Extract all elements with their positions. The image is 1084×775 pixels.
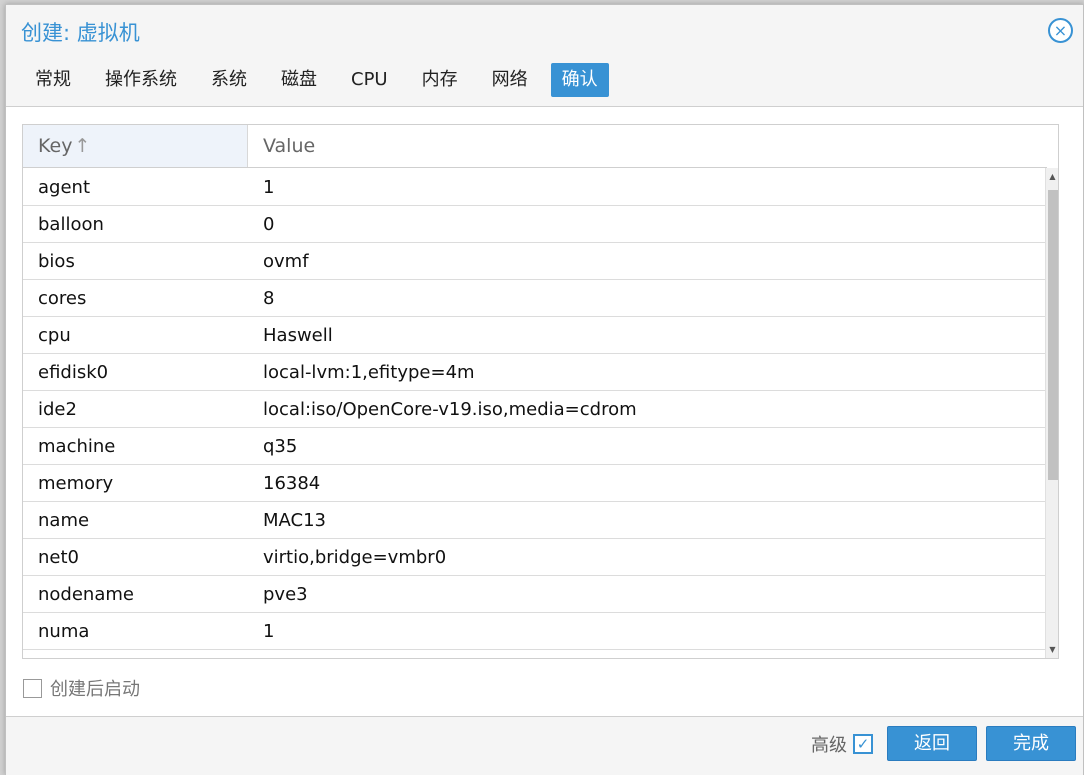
row-value: 8 (263, 288, 275, 309)
row-value: Haswell (263, 325, 333, 346)
table-row[interactable]: nodename pve3 (23, 576, 1047, 613)
row-key: name (38, 510, 90, 531)
tab-content-confirm: Key ↑ Value agent 1 balloon 0 bios ovmf core… (6, 106, 1083, 717)
dialog-titlebar[interactable]: 创建: 虚拟机 × (6, 5, 1083, 57)
table-row[interactable]: machine q35 (23, 428, 1047, 465)
tab-memory[interactable]: 内存 (411, 63, 469, 97)
start-after-create-option[interactable]: 创建后启动 (23, 675, 140, 701)
scrollbar-thumb[interactable] (1048, 190, 1058, 480)
tab-os[interactable]: 操作系统 (94, 63, 188, 97)
confirm-grid: Key ↑ Value agent 1 balloon 0 bios ovmf core… (22, 124, 1059, 659)
table-row[interactable]: net0 virtio,bridge=vmbr0 (23, 539, 1047, 576)
scroll-down-arrow-icon[interactable]: ▼ (1046, 641, 1058, 658)
column-header-key-label: Key (38, 135, 73, 157)
row-value: q35 (263, 436, 298, 457)
table-row[interactable]: numa 1 (23, 613, 1047, 650)
row-key: memory (38, 473, 114, 494)
row-key: cpu (38, 325, 71, 346)
advanced-toggle[interactable]: 高级 ✓ (811, 731, 873, 757)
tab-general[interactable]: 常规 (24, 63, 82, 97)
tab-system[interactable]: 系统 (200, 63, 258, 97)
start-after-create-label: 创建后启动 (50, 679, 140, 700)
sort-ascending-icon: ↑ (74, 135, 91, 157)
row-key: ide2 (38, 399, 77, 420)
row-value: local-lvm:1,efitype=4m (263, 362, 475, 383)
row-key: net0 (38, 547, 79, 568)
grid-header: Key ↑ Value (23, 125, 1047, 168)
row-value: MAC13 (263, 510, 326, 531)
wizard-tabs: 常规 操作系统 系统 磁盘 CPU 内存 网络 确认 (24, 63, 621, 99)
table-row[interactable]: ide2 local:iso/OpenCore-v19.iso,media=cdr… (23, 391, 1047, 428)
table-row[interactable]: efidisk0 local-lvm:1,efitype=4m (23, 354, 1047, 391)
back-button[interactable]: 返回 (887, 726, 977, 761)
row-value: pve3 (263, 584, 308, 605)
tab-disk[interactable]: 磁盘 (270, 63, 328, 97)
row-key: bios (38, 251, 75, 272)
row-value: ovmf (263, 251, 309, 272)
close-icon[interactable]: × (1048, 18, 1073, 43)
row-key: efidisk0 (38, 362, 109, 383)
dialog-footer: 高级 ✓ 返回 完成 (6, 717, 1083, 775)
row-value: 1 (263, 177, 275, 198)
row-value: 0 (263, 214, 275, 235)
row-key: balloon (38, 214, 104, 235)
dialog-title: 创建: 虚拟机 (21, 21, 140, 45)
row-value: local:iso/OpenCore-v19.iso,media=cdrom (263, 399, 637, 420)
column-header-value[interactable]: Value (248, 125, 1047, 167)
row-key: machine (38, 436, 116, 457)
table-row[interactable]: name MAC13 (23, 502, 1047, 539)
row-key: numa (38, 621, 90, 642)
create-vm-dialog: 创建: 虚拟机 × 常规 操作系统 系统 磁盘 CPU 内存 网络 确认 Key… (5, 4, 1084, 775)
table-row[interactable]: cpu Haswell (23, 317, 1047, 354)
tab-confirm[interactable]: 确认 (550, 63, 609, 97)
grid-rows: agent 1 balloon 0 bios ovmf cores 8 cpu Haswe… (23, 169, 1047, 650)
row-key: nodename (38, 584, 134, 605)
grid-scrollbar[interactable]: ▲ ▼ (1045, 168, 1058, 658)
column-header-key[interactable]: Key ↑ (23, 125, 248, 167)
row-key: agent (38, 177, 90, 198)
table-row[interactable]: memory 16384 (23, 465, 1047, 502)
row-value: virtio,bridge=vmbr0 (263, 547, 447, 568)
tab-network[interactable]: 网络 (481, 63, 539, 97)
row-value: 1 (263, 621, 275, 642)
tab-cpu[interactable]: CPU (340, 63, 399, 97)
start-after-create-checkbox[interactable] (23, 678, 42, 698)
table-row[interactable]: cores 8 (23, 280, 1047, 317)
row-key: cores (38, 288, 87, 309)
table-row[interactable]: balloon 0 (23, 206, 1047, 243)
table-row[interactable]: agent 1 (23, 169, 1047, 206)
advanced-checkbox[interactable]: ✓ (853, 734, 873, 754)
scroll-up-arrow-icon[interactable]: ▲ (1046, 168, 1058, 186)
finish-button[interactable]: 完成 (986, 726, 1076, 761)
row-value: 16384 (263, 473, 321, 494)
advanced-label: 高级 (811, 735, 847, 756)
table-row[interactable]: bios ovmf (23, 243, 1047, 280)
